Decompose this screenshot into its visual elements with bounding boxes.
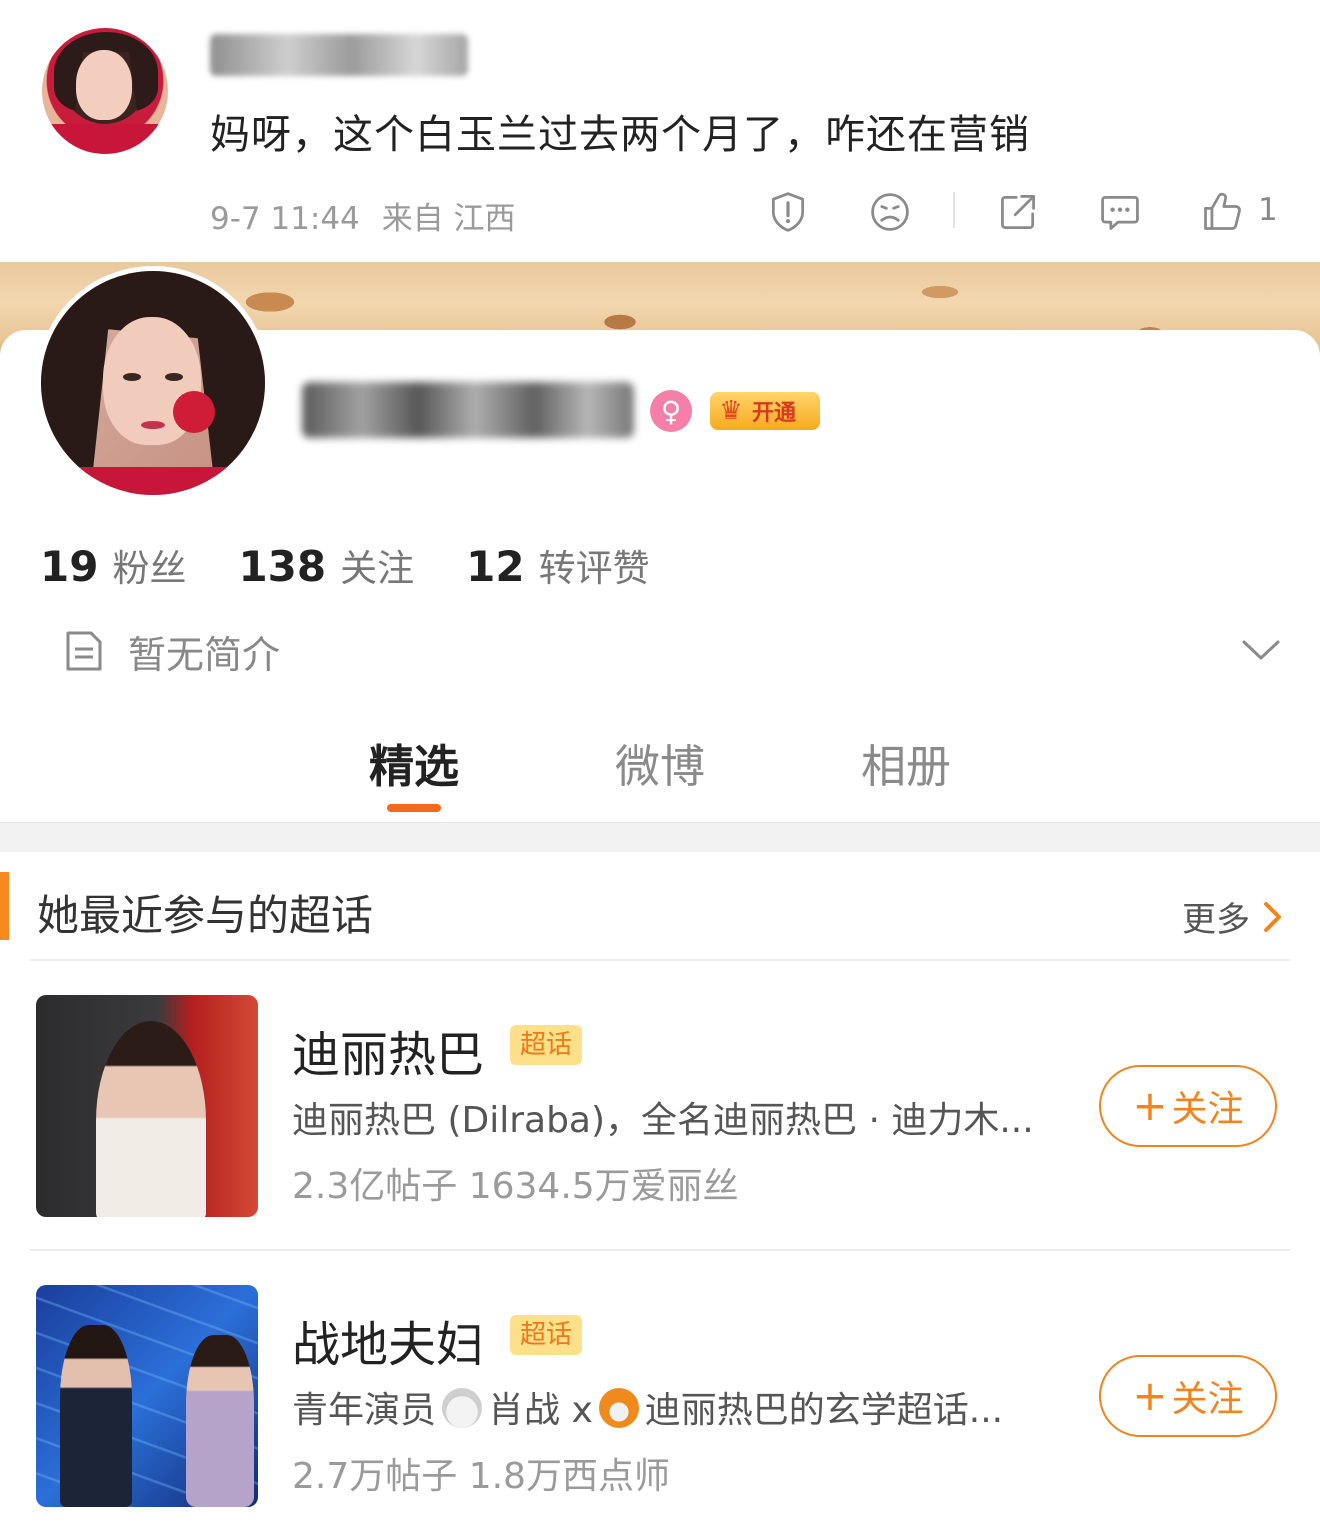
tab-active-indicator xyxy=(387,804,441,812)
chevron-down-icon[interactable] xyxy=(1240,634,1282,664)
topic-stats: 2.3亿帖子 1634.5万爱丽丝 xyxy=(292,1166,739,1207)
chevron-right-icon xyxy=(1264,901,1281,932)
plus-icon: + xyxy=(1132,1081,1168,1130)
stat-label: 转评赞 xyxy=(538,547,650,590)
profile-tabs: 精选 微博 相册 xyxy=(0,726,1320,822)
follow-label: 关注 xyxy=(1171,1089,1244,1130)
stat-number: 138 xyxy=(238,542,327,591)
section-title: 她最近参与的超话 xyxy=(37,891,374,940)
stat-label: 关注 xyxy=(340,547,415,590)
divider xyxy=(30,959,1290,961)
super-topic-tag: 超话 xyxy=(510,1315,582,1355)
topic-thumbnail[interactable] xyxy=(36,995,258,1217)
avatar-shirt xyxy=(41,467,265,495)
avatar-shirt xyxy=(42,124,168,154)
topic-thumbnail[interactable] xyxy=(36,1285,258,1507)
thumbnail-person xyxy=(60,1325,132,1507)
topic-item[interactable]: 迪丽热巴 超话 迪丽热巴 (Dilraba)，全名迪丽热巴 · 迪力木... 2… xyxy=(0,995,1320,1219)
topic-name: 迪丽热巴 xyxy=(292,1027,485,1083)
tab-album[interactable]: 相册 xyxy=(836,730,976,795)
thumbnail-person xyxy=(96,1021,206,1217)
stat-following[interactable]: 138 关注 xyxy=(238,538,414,592)
comment-item: 妈呀，这个白玉兰过去两个月了，咋还在营销 9-7 11:44 来自 江西 1 xyxy=(0,0,1320,262)
comment-text: 妈呀，这个白玉兰过去两个月了，咋还在营销 xyxy=(210,112,1030,158)
topic-item[interactable]: 战地夫妇 超话 青年演员 肖战 x 迪丽热巴的玄学超话... 2.7万帖子 1.8万… xyxy=(0,1285,1320,1509)
stat-number: 12 xyxy=(466,542,525,591)
super-topics-section: 她最近参与的超话 更多 迪丽热巴 超话 迪丽热巴 (Dilraba)，全名迪丽热… xyxy=(0,852,1320,1533)
rabbit-emoji-icon xyxy=(442,1388,483,1428)
commenter-name-blurred[interactable] xyxy=(210,34,468,76)
report-icon[interactable] xyxy=(764,188,812,236)
action-divider xyxy=(953,192,955,228)
topic-description: 迪丽热巴 (Dilraba)，全名迪丽热巴 · 迪力木... xyxy=(292,1100,1034,1141)
like-icon[interactable] xyxy=(1198,188,1246,236)
sad-face-icon[interactable] xyxy=(866,188,914,236)
vip-open-badge[interactable]: ♛ 开通 xyxy=(710,392,820,430)
more-label: 更多 xyxy=(1182,900,1250,940)
like-count: 1 xyxy=(1258,192,1278,228)
topic-description: 青年演员 肖战 x 迪丽热巴的玄学超话... xyxy=(292,1381,1082,1433)
profile-name-blurred xyxy=(302,382,634,438)
profile-bio[interactable]: 暂无简介 xyxy=(64,626,281,677)
desc-part: 肖战 x xyxy=(488,1390,593,1431)
profile-avatar[interactable] xyxy=(36,266,270,500)
crown-icon: ♛ xyxy=(719,396,743,426)
more-link[interactable]: 更多 xyxy=(1182,892,1284,941)
comment-icon[interactable] xyxy=(1096,188,1144,236)
plus-icon: + xyxy=(1132,1371,1168,1420)
bio-text: 暂无简介 xyxy=(128,632,281,677)
tab-featured[interactable]: 精选 xyxy=(344,730,484,795)
avatar-flower xyxy=(173,391,215,433)
document-icon xyxy=(66,631,102,671)
stat-fans[interactable]: 19 粉丝 xyxy=(40,538,186,592)
section-separator xyxy=(0,822,1320,852)
comment-actions xyxy=(0,188,1320,236)
super-topic-tag: 超话 xyxy=(510,1025,582,1065)
stat-interactions[interactable]: 12 转评赞 xyxy=(466,538,649,592)
topic-name: 战地夫妇 xyxy=(292,1317,485,1373)
topic-stats: 2.7万帖子 1.8万西点师 xyxy=(292,1456,670,1497)
profile-stats: 19 粉丝 138 关注 12 转评赞 xyxy=(40,538,702,591)
avatar-lip xyxy=(141,421,165,429)
avatar-face xyxy=(76,50,132,120)
share-icon[interactable] xyxy=(994,188,1042,236)
avatar-eye xyxy=(165,373,183,381)
commenter-avatar[interactable] xyxy=(42,28,168,154)
vip-open-label: 开通 xyxy=(752,401,797,426)
section-accent-bar xyxy=(0,872,9,940)
stat-number: 19 xyxy=(40,542,99,591)
profile-avatar-image xyxy=(41,271,265,495)
follow-label: 关注 xyxy=(1171,1379,1244,1420)
desc-part: 青年演员 xyxy=(292,1390,437,1431)
follow-button[interactable]: + 关注 xyxy=(1099,1065,1277,1147)
avatar-eye xyxy=(123,373,141,381)
follow-button[interactable]: + 关注 xyxy=(1099,1355,1277,1437)
tab-weibo[interactable]: 微博 xyxy=(590,730,730,795)
female-gender-icon: ♀ xyxy=(650,390,692,432)
fox-emoji-icon xyxy=(598,1388,639,1428)
desc-part: 迪丽热巴的玄学超话... xyxy=(644,1390,1004,1431)
divider xyxy=(30,1249,1290,1251)
thumbnail-person xyxy=(186,1335,254,1507)
stat-label: 粉丝 xyxy=(112,547,187,590)
